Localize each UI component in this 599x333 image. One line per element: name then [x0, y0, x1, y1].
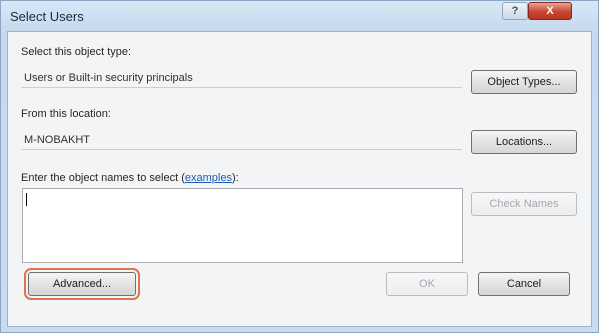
close-icon: X: [546, 5, 554, 17]
location-field: M-NOBAKHT: [21, 130, 462, 150]
names-label-prefix: Enter the object names to select (: [21, 172, 185, 184]
dialog-body: Select this object type: Users or Built-…: [7, 31, 592, 327]
close-button[interactable]: X: [528, 2, 572, 20]
location-label: From this location:: [21, 108, 111, 120]
help-icon: ?: [511, 5, 519, 17]
object-names-input[interactable]: [22, 188, 463, 263]
object-type-field: Users or Built-in security principals: [21, 68, 462, 88]
window-title: Select Users: [10, 9, 84, 24]
title-bar[interactable]: Select Users ? X: [1, 1, 598, 31]
ok-button[interactable]: OK: [386, 272, 468, 296]
names-label-suffix: ):: [231, 172, 239, 184]
help-button[interactable]: ?: [502, 2, 528, 20]
advanced-button[interactable]: Advanced...: [24, 268, 140, 300]
cancel-button[interactable]: Cancel: [478, 272, 570, 296]
select-users-dialog: Select Users ? X Select this object type…: [0, 0, 599, 333]
names-label: Enter the object names to select (exampl…: [21, 172, 239, 184]
examples-link[interactable]: examples: [185, 172, 232, 184]
check-names-button[interactable]: Check Names: [471, 192, 577, 216]
text-caret: [26, 193, 27, 206]
object-types-button[interactable]: Object Types...: [471, 70, 577, 94]
locations-button[interactable]: Locations...: [471, 130, 577, 154]
object-type-label: Select this object type:: [21, 46, 132, 58]
